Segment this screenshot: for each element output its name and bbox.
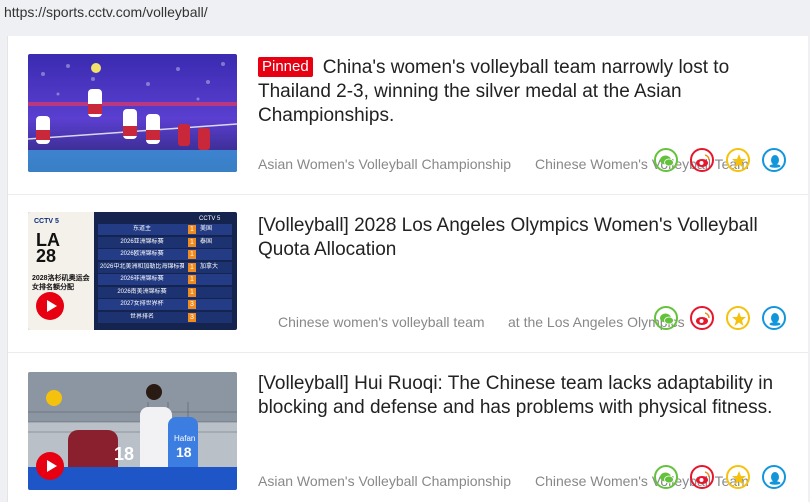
list-item[interactable]: CCTV 5 LA 28 2028洛杉矶奥运会 女排名额分配 CCTV 5 东道… <box>8 194 808 353</box>
wechat-icon[interactable] <box>654 465 678 489</box>
qzone-icon[interactable] <box>726 465 750 489</box>
la28-logo: LA 28 <box>36 230 60 266</box>
quota-row: 2026南美洲锦标赛 1 <box>98 286 232 298</box>
list-item[interactable]: Pinned China's women's volleyball team na… <box>8 36 808 195</box>
thumbnail[interactable]: CCTV 5 LA 28 2028洛杉矶奥运会 女排名额分配 CCTV 5 东道… <box>28 212 237 330</box>
list-item[interactable]: 18 Hafan 18 [Volleyball] Hui Ruoqi: The … <box>8 352 808 502</box>
weibo-icon[interactable] <box>690 465 714 489</box>
qzone-icon[interactable] <box>726 148 750 172</box>
quota-count: 3 <box>188 300 196 309</box>
url-text[interactable]: https://sports.cctv.com/volleyball/ <box>4 4 208 20</box>
jersey-number: 18 <box>176 444 192 460</box>
quota-row: 2026中北美洲和加勒比海锦标赛 1 加拿大 <box>98 261 232 273</box>
quota-row: 世界排名 3 <box>98 311 232 323</box>
quota-row: 2026非洲锦标赛 1 <box>98 274 232 285</box>
jersey-number: 18 <box>114 444 135 464</box>
quota-row: 东道主 1 美国 <box>98 224 232 235</box>
quota-country: 美国 <box>200 226 213 232</box>
wechat-icon[interactable] <box>654 306 678 330</box>
quota-count: 1 <box>188 225 196 234</box>
address-bar[interactable]: https://sports.cctv.com/volleyball/ <box>0 0 810 28</box>
quota-row: 2027女排世界杯 3 <box>98 299 232 310</box>
channel-logo: CCTV 5 <box>199 216 221 222</box>
qzone-icon[interactable] <box>726 306 750 330</box>
jersey-sponsor: Hafan <box>174 434 196 443</box>
tag-link[interactable]: Chinese Women's Volleyball Team <box>535 156 749 172</box>
channel-logo: CCTV 5 <box>34 218 59 225</box>
quota-label: 2026亚洲锦标赛 <box>120 238 164 245</box>
wechat-icon[interactable] <box>654 148 678 172</box>
play-icon[interactable] <box>36 292 64 320</box>
quota-label: 2026南美洲锦标赛 <box>117 288 167 295</box>
news-title[interactable]: [Volleyball] 2028 Los Angeles Olympics W… <box>258 214 788 262</box>
quota-count: 1 <box>188 287 196 297</box>
qq-icon[interactable] <box>762 148 786 172</box>
thumb-caption: 2028洛杉矶奥运会 女排名额分配 <box>32 275 90 291</box>
quota-count: 3 <box>188 312 196 322</box>
thumbnail[interactable] <box>28 54 237 172</box>
quota-label: 2026中北美洲和加勒比海锦标赛 <box>100 263 184 270</box>
quota-count: 1 <box>188 262 196 272</box>
quota-count: 1 <box>188 275 196 284</box>
quota-count: 1 <box>188 237 196 247</box>
qq-icon[interactable] <box>762 465 786 489</box>
news-title[interactable]: [Volleyball] Hui Ruoqi: The Chinese team… <box>258 372 788 420</box>
thumbnail[interactable]: 18 Hafan 18 <box>28 372 237 490</box>
pinned-badge: Pinned <box>258 57 313 77</box>
quota-country: 泰国 <box>200 238 213 245</box>
tag-link[interactable]: Asian Women's Volleyball Championship <box>258 473 511 489</box>
tag-link[interactable]: Chinese Women's Volleyball Team <box>535 473 749 489</box>
news-title-text[interactable]: China's women's volleyball team narrowly… <box>258 57 729 126</box>
quota-label: 2026非洲锦标赛 <box>120 276 164 282</box>
quota-label: 世界排名 <box>129 313 154 320</box>
quota-label: 2026欧洲锦标赛 <box>120 251 164 257</box>
volleyball-court-photo <box>28 54 237 172</box>
qq-icon[interactable] <box>762 306 786 330</box>
weibo-icon[interactable] <box>690 148 714 172</box>
tag-link[interactable]: Asian Women's Volleyball Championship <box>258 156 511 172</box>
weibo-icon[interactable] <box>690 306 714 330</box>
quota-row: 2026亚洲锦标赛 1 泰国 <box>98 236 232 248</box>
news-list: Pinned China's women's volleyball team na… <box>7 36 808 502</box>
quota-label: 2027女排世界杯 <box>120 301 164 307</box>
quota-count: 1 <box>188 250 196 259</box>
quota-label: 东道主 <box>132 226 151 232</box>
play-icon[interactable] <box>36 452 64 480</box>
quota-country: 加拿大 <box>200 263 219 270</box>
tag-link[interactable]: Chinese women's volleyball team <box>278 314 485 330</box>
news-title[interactable]: Pinned China's women's volleyball team na… <box>258 56 788 128</box>
quota-row: 2026欧洲锦标赛 1 <box>98 249 232 260</box>
